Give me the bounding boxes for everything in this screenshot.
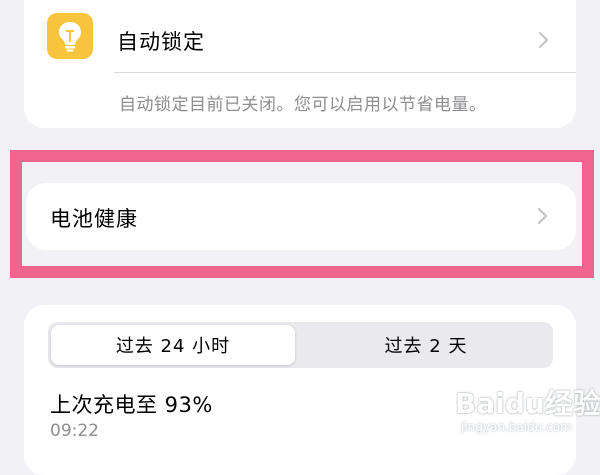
auto-lock-card: 自动锁定 自动锁定目前已关闭。您可以启用以节省电量。 [24,0,576,128]
auto-lock-footnote: 自动锁定目前已关闭。您可以启用以节省电量。 [119,95,487,115]
last-charge-time: 09:22 [50,421,99,441]
time-range-segmented-control: 过去 24 小时 过去 2 天 [48,322,553,368]
watermark: Baidu经验 jingyan.baidu.com [455,382,600,442]
highlight-frame [10,150,594,278]
auto-lock-label: 自动锁定 [117,30,205,54]
watermark-url: jingyan.baidu.com [461,420,572,434]
watermark-logo: Baidu经验 [455,387,600,420]
lightbulb-icon [47,13,93,59]
tab-last-2-days[interactable]: 过去 2 天 [302,325,550,365]
chevron-right-icon[interactable] [537,31,549,49]
divider [114,72,576,73]
last-charge-text: 上次充电至 93% [50,393,213,417]
tab-last-24-hours[interactable]: 过去 24 小时 [51,325,295,365]
